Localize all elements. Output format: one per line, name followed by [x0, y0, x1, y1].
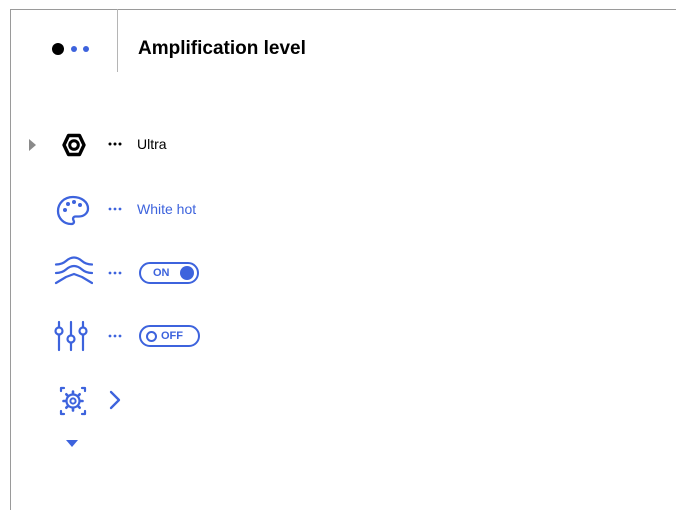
toggle-knob	[146, 330, 157, 342]
menu-item-palette[interactable]: White hot	[0, 191, 676, 231]
smoothing-toggle[interactable]: ON	[139, 262, 199, 284]
chevron-right-icon[interactable]	[109, 390, 121, 410]
equalizer-toggle[interactable]: OFF	[139, 325, 200, 347]
amplification-value: Ultra	[137, 136, 167, 152]
more-dots-icon	[108, 142, 122, 146]
hexagon-nut-icon	[53, 126, 93, 166]
menu-item-equalizer[interactable]: OFF	[0, 318, 676, 358]
sliders-icon	[53, 318, 93, 358]
palette-icon	[53, 191, 93, 231]
scroll-down-arrow-icon[interactable]	[66, 440, 78, 447]
header-divider	[117, 9, 118, 72]
waves-icon	[53, 255, 93, 295]
more-dots-icon	[108, 271, 122, 275]
gear-frame-icon	[53, 381, 93, 421]
toggle-label: ON	[153, 267, 170, 279]
palette-value: White hot	[137, 201, 197, 217]
more-dots-icon	[108, 334, 122, 338]
selected-caret-icon	[29, 139, 36, 151]
menu-item-settings[interactable]	[0, 381, 676, 421]
toggle-label: OFF	[161, 330, 183, 342]
page-indicator	[52, 43, 102, 55]
menu-item-amplification[interactable]: Ultra	[0, 126, 676, 166]
more-dots-icon	[108, 207, 122, 211]
page-dot	[83, 46, 89, 52]
toggle-knob	[180, 266, 194, 280]
menu-item-smoothing[interactable]: ON	[0, 255, 676, 295]
page-title: Amplification level	[138, 38, 306, 59]
page-dot	[71, 46, 77, 52]
page-dot-active	[52, 43, 64, 55]
